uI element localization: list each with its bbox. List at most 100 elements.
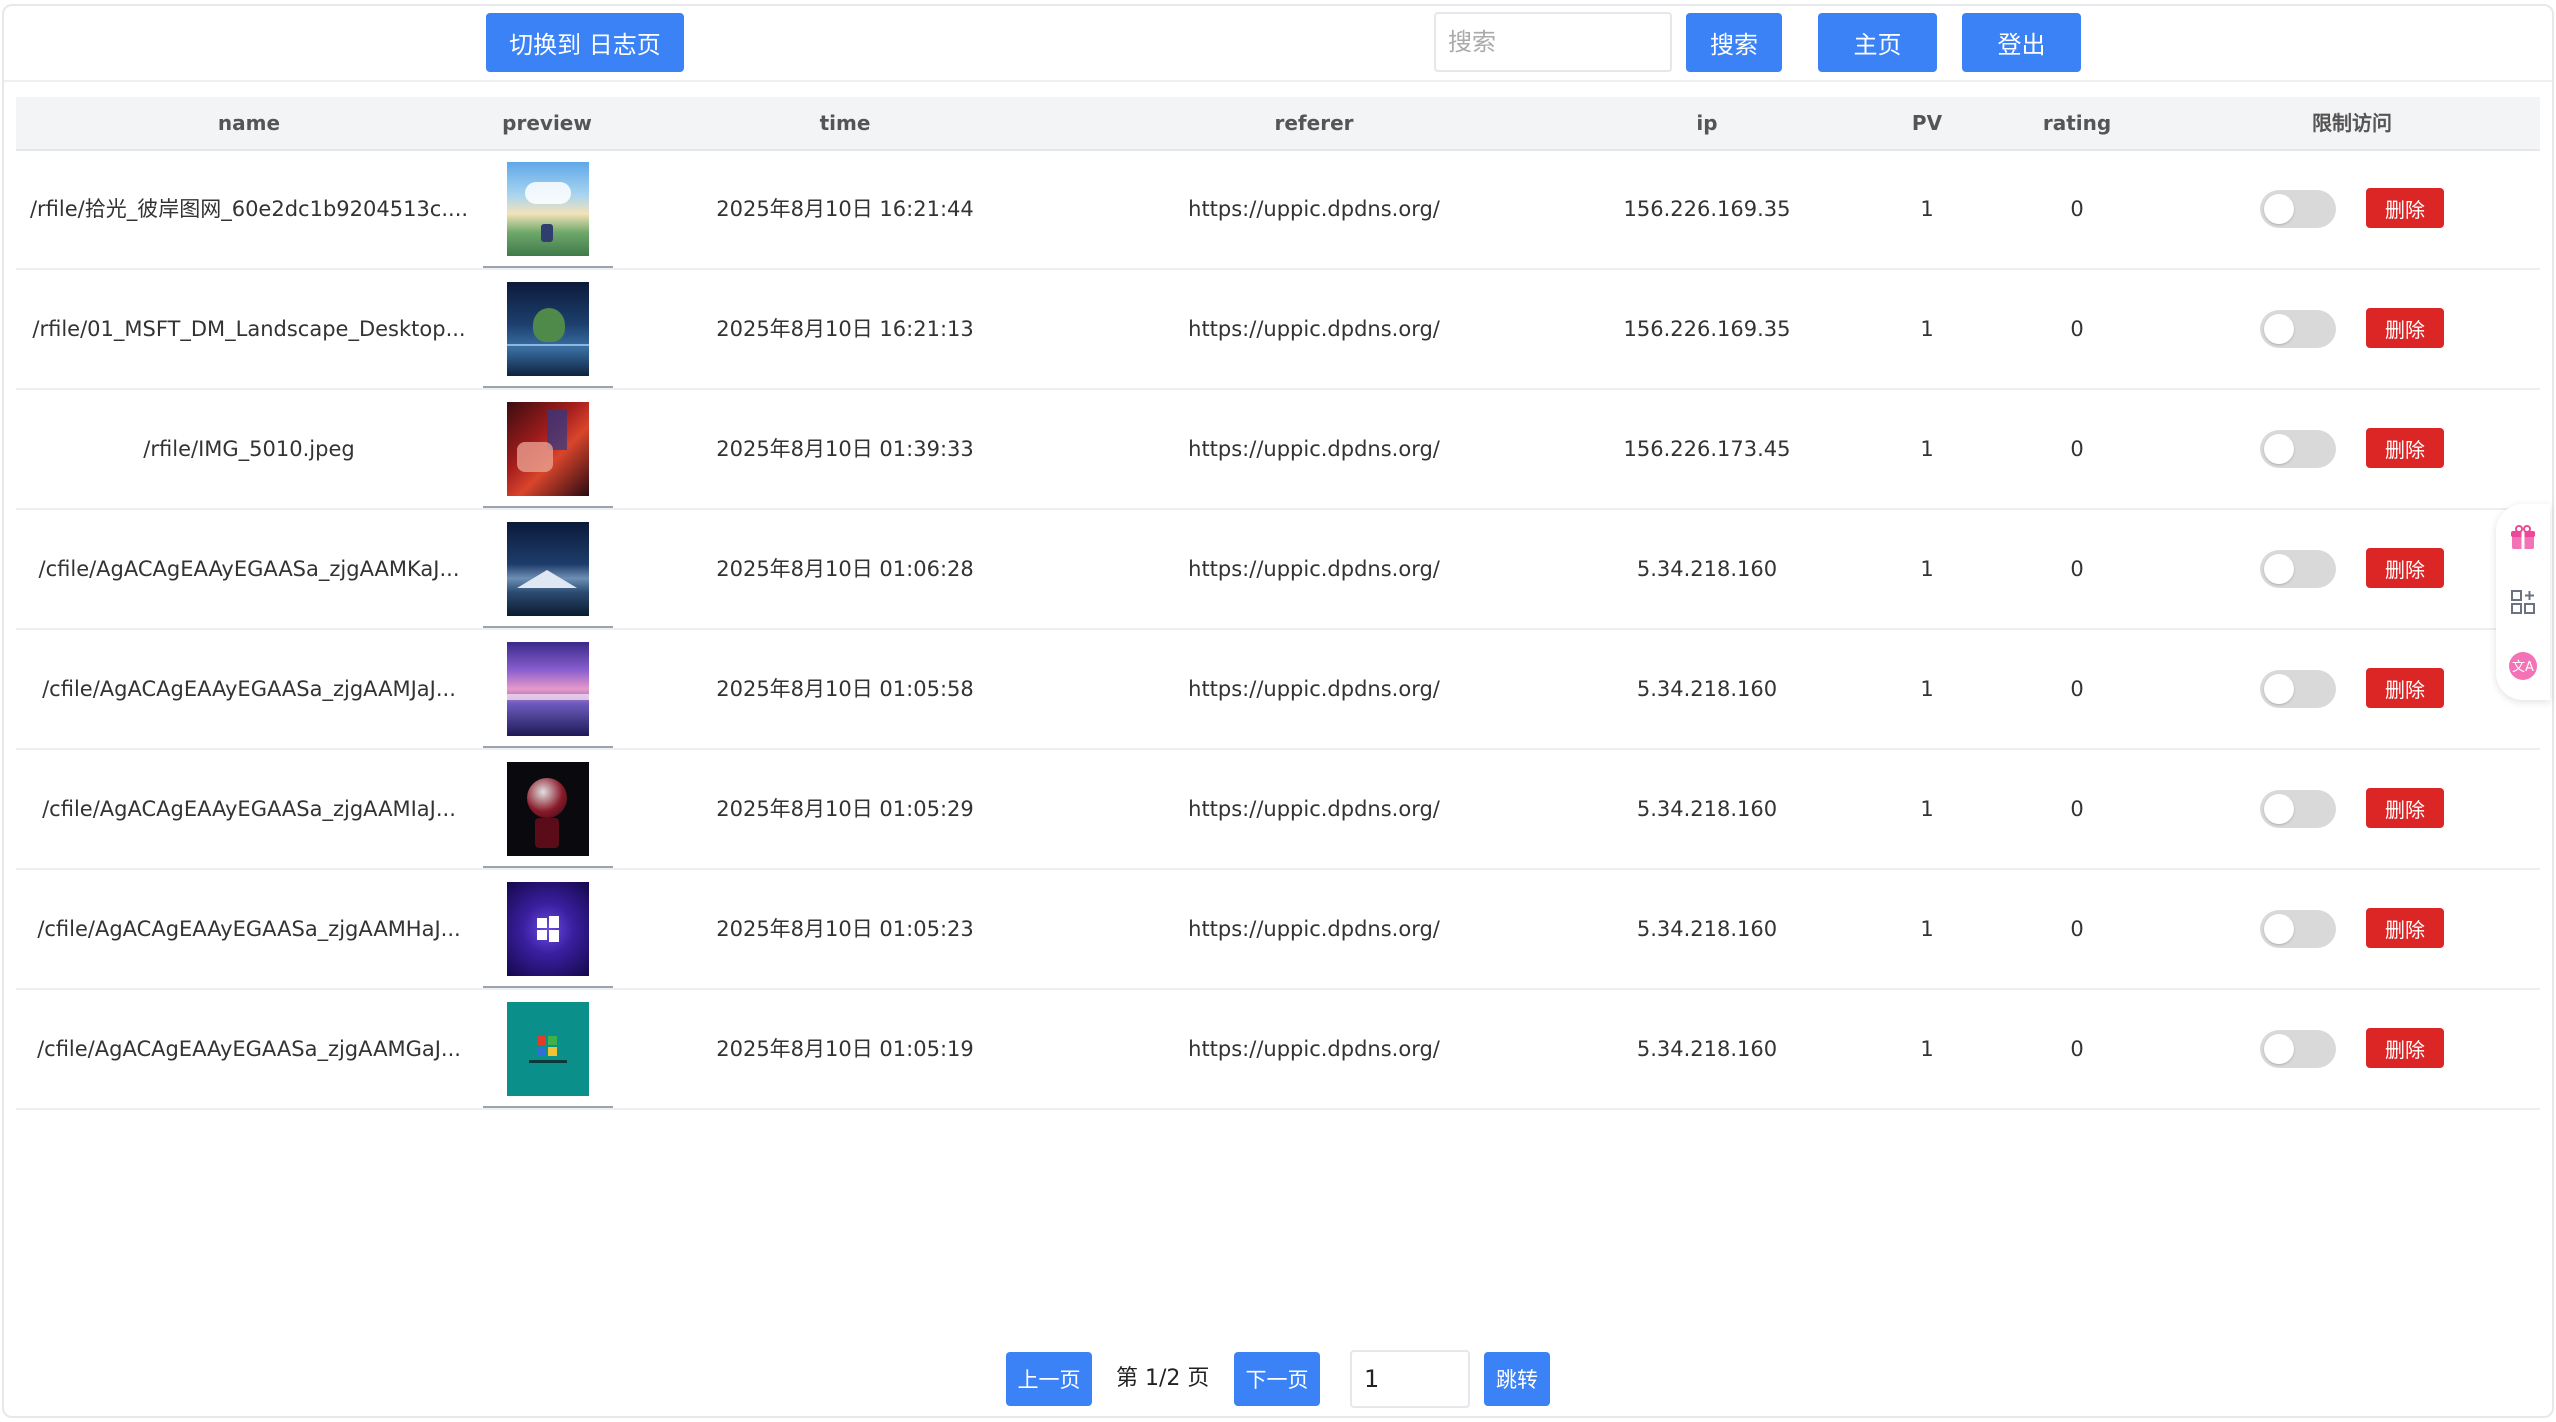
file-name[interactable]: /cfile/AgACAgEAAyEGAASa_zjgAAMIaJ...: [42, 750, 456, 868]
preview-thumbnail[interactable]: [507, 882, 589, 976]
table-row: /cfile/AgACAgEAAyEGAASa_zjgAAMIaJ... 202…: [16, 750, 2540, 870]
rating-value: 0: [2070, 557, 2084, 581]
visit-time: 2025年8月10日 01:39:33: [716, 437, 974, 461]
referer-url: https://uppic.dpdns.org/: [1188, 797, 1440, 821]
referer-url: https://uppic.dpdns.org/: [1188, 317, 1440, 341]
column-header-name: name: [217, 111, 281, 135]
logout-button[interactable]: 登出: [1962, 13, 2081, 72]
file-name[interactable]: /rfile/IMG_5010.jpeg: [143, 390, 354, 508]
delete-button[interactable]: 删除: [2366, 668, 2444, 708]
search-input[interactable]: [1434, 12, 1672, 72]
visit-time: 2025年8月10日 01:05:29: [716, 797, 974, 821]
qr-grid-icon[interactable]: [2507, 586, 2539, 618]
preview-thumbnail[interactable]: [507, 162, 589, 256]
rating-value: 0: [2070, 917, 2084, 941]
restrict-access-toggle[interactable]: [2260, 790, 2336, 828]
toggle-knob: [2264, 554, 2294, 584]
preview-thumbnail[interactable]: [507, 282, 589, 376]
visit-time: 2025年8月10日 01:05:23: [716, 917, 974, 941]
referer-url: https://uppic.dpdns.org/: [1188, 557, 1440, 581]
referer-url: https://uppic.dpdns.org/: [1188, 917, 1440, 941]
toggle-knob: [2264, 794, 2294, 824]
pv-count: 1: [1920, 1037, 1934, 1061]
column-header-ip: ip: [1696, 111, 1718, 135]
rating-value: 0: [2070, 437, 2084, 461]
prev-page-button[interactable]: 上一页: [1006, 1352, 1092, 1406]
delete-button[interactable]: 删除: [2366, 548, 2444, 588]
referer-url: https://uppic.dpdns.org/: [1188, 437, 1440, 461]
preview-cell: [483, 390, 613, 508]
preview-cell: [483, 990, 613, 1108]
file-name[interactable]: /cfile/AgACAgEAAyEGAASa_zjgAAMJaJ...: [42, 630, 456, 748]
restrict-access-toggle[interactable]: [2260, 670, 2336, 708]
floating-side-toolbar: 文A: [2496, 504, 2550, 700]
delete-button[interactable]: 删除: [2366, 1028, 2444, 1068]
delete-button[interactable]: 删除: [2366, 308, 2444, 348]
gift-icon[interactable]: [2507, 522, 2539, 554]
file-name[interactable]: /rfile/01_MSFT_DM_Landscape_Desktop...: [32, 270, 465, 388]
ip-address: 5.34.218.160: [1636, 1037, 1778, 1061]
restrict-access-toggle[interactable]: [2260, 310, 2336, 348]
restrict-access-toggle[interactable]: [2260, 190, 2336, 228]
rating-value: 0: [2070, 797, 2084, 821]
delete-button[interactable]: 删除: [2366, 908, 2444, 948]
file-name[interactable]: /cfile/AgACAgEAAyEGAASa_zjgAAMKaJ...: [39, 510, 460, 628]
ip-address: 5.34.218.160: [1636, 917, 1778, 941]
rating-value: 0: [2070, 317, 2084, 341]
visit-time: 2025年8月10日 01:05:19: [716, 1037, 974, 1061]
table-row: /rfile/01_MSFT_DM_Landscape_Desktop... 2…: [16, 270, 2540, 390]
table-row: /cfile/AgACAgEAAyEGAASa_zjgAAMHaJ... 202…: [16, 870, 2540, 990]
preview-cell: [483, 630, 613, 748]
ip-address: 156.226.169.35: [1623, 197, 1791, 221]
delete-button[interactable]: 删除: [2366, 788, 2444, 828]
preview-thumbnail[interactable]: [507, 1002, 589, 1096]
visit-time: 2025年8月10日 01:05:58: [716, 677, 974, 701]
search-button[interactable]: 搜索: [1686, 13, 1782, 72]
toggle-knob: [2264, 914, 2294, 944]
visit-time: 2025年8月10日 01:06:28: [716, 557, 974, 581]
preview-thumbnail[interactable]: [507, 762, 589, 856]
restrict-access-toggle[interactable]: [2260, 910, 2336, 948]
preview-cell: [483, 510, 613, 628]
pv-count: 1: [1920, 197, 1934, 221]
toggle-knob: [2264, 314, 2294, 344]
ip-address: 156.226.173.45: [1623, 437, 1791, 461]
translate-icon[interactable]: 文A: [2507, 650, 2539, 682]
preview-cell: [483, 150, 613, 268]
column-header-time: time: [819, 111, 871, 135]
delete-button[interactable]: 删除: [2366, 188, 2444, 228]
switch-to-log-page-button[interactable]: 切换到 日志页: [486, 13, 684, 72]
jump-button[interactable]: 跳转: [1484, 1352, 1550, 1406]
file-name[interactable]: /rfile/拾光_彼岸图网_60e2dc1b9204513c....: [30, 150, 468, 268]
home-button[interactable]: 主页: [1818, 13, 1937, 72]
column-header-preview: preview: [502, 111, 592, 135]
preview-cell: [483, 750, 613, 868]
referer-url: https://uppic.dpdns.org/: [1188, 677, 1440, 701]
visit-time: 2025年8月10日 16:21:13: [716, 317, 974, 341]
ip-address: 156.226.169.35: [1623, 317, 1791, 341]
toolbar-divider: [4, 80, 2552, 82]
delete-button[interactable]: 删除: [2366, 428, 2444, 468]
visit-time: 2025年8月10日 16:21:44: [716, 197, 974, 221]
rating-value: 0: [2070, 197, 2084, 221]
file-name[interactable]: /cfile/AgACAgEAAyEGAASa_zjgAAMGaJ...: [37, 990, 461, 1108]
restrict-access-toggle[interactable]: [2260, 430, 2336, 468]
toggle-knob: [2264, 674, 2294, 704]
column-header-restrict-access: 限制访问: [2312, 111, 2392, 135]
restrict-access-toggle[interactable]: [2260, 1030, 2336, 1068]
page-jump-input[interactable]: [1350, 1350, 1470, 1408]
rating-value: 0: [2070, 677, 2084, 701]
rating-value: 0: [2070, 1037, 2084, 1061]
restrict-access-toggle[interactable]: [2260, 550, 2336, 588]
svg-text:文A: 文A: [2512, 660, 2534, 675]
file-name[interactable]: /cfile/AgACAgEAAyEGAASa_zjgAAMHaJ...: [37, 870, 460, 988]
preview-cell: [483, 270, 613, 388]
preview-cell: [483, 870, 613, 988]
preview-thumbnail[interactable]: [507, 522, 589, 616]
preview-thumbnail[interactable]: [507, 402, 589, 496]
referer-url: https://uppic.dpdns.org/: [1188, 197, 1440, 221]
pv-count: 1: [1920, 677, 1934, 701]
preview-thumbnail[interactable]: [507, 642, 589, 736]
table-row: /rfile/IMG_5010.jpeg 2025年8月10日 01:39:33…: [16, 390, 2540, 510]
next-page-button[interactable]: 下一页: [1234, 1352, 1320, 1406]
